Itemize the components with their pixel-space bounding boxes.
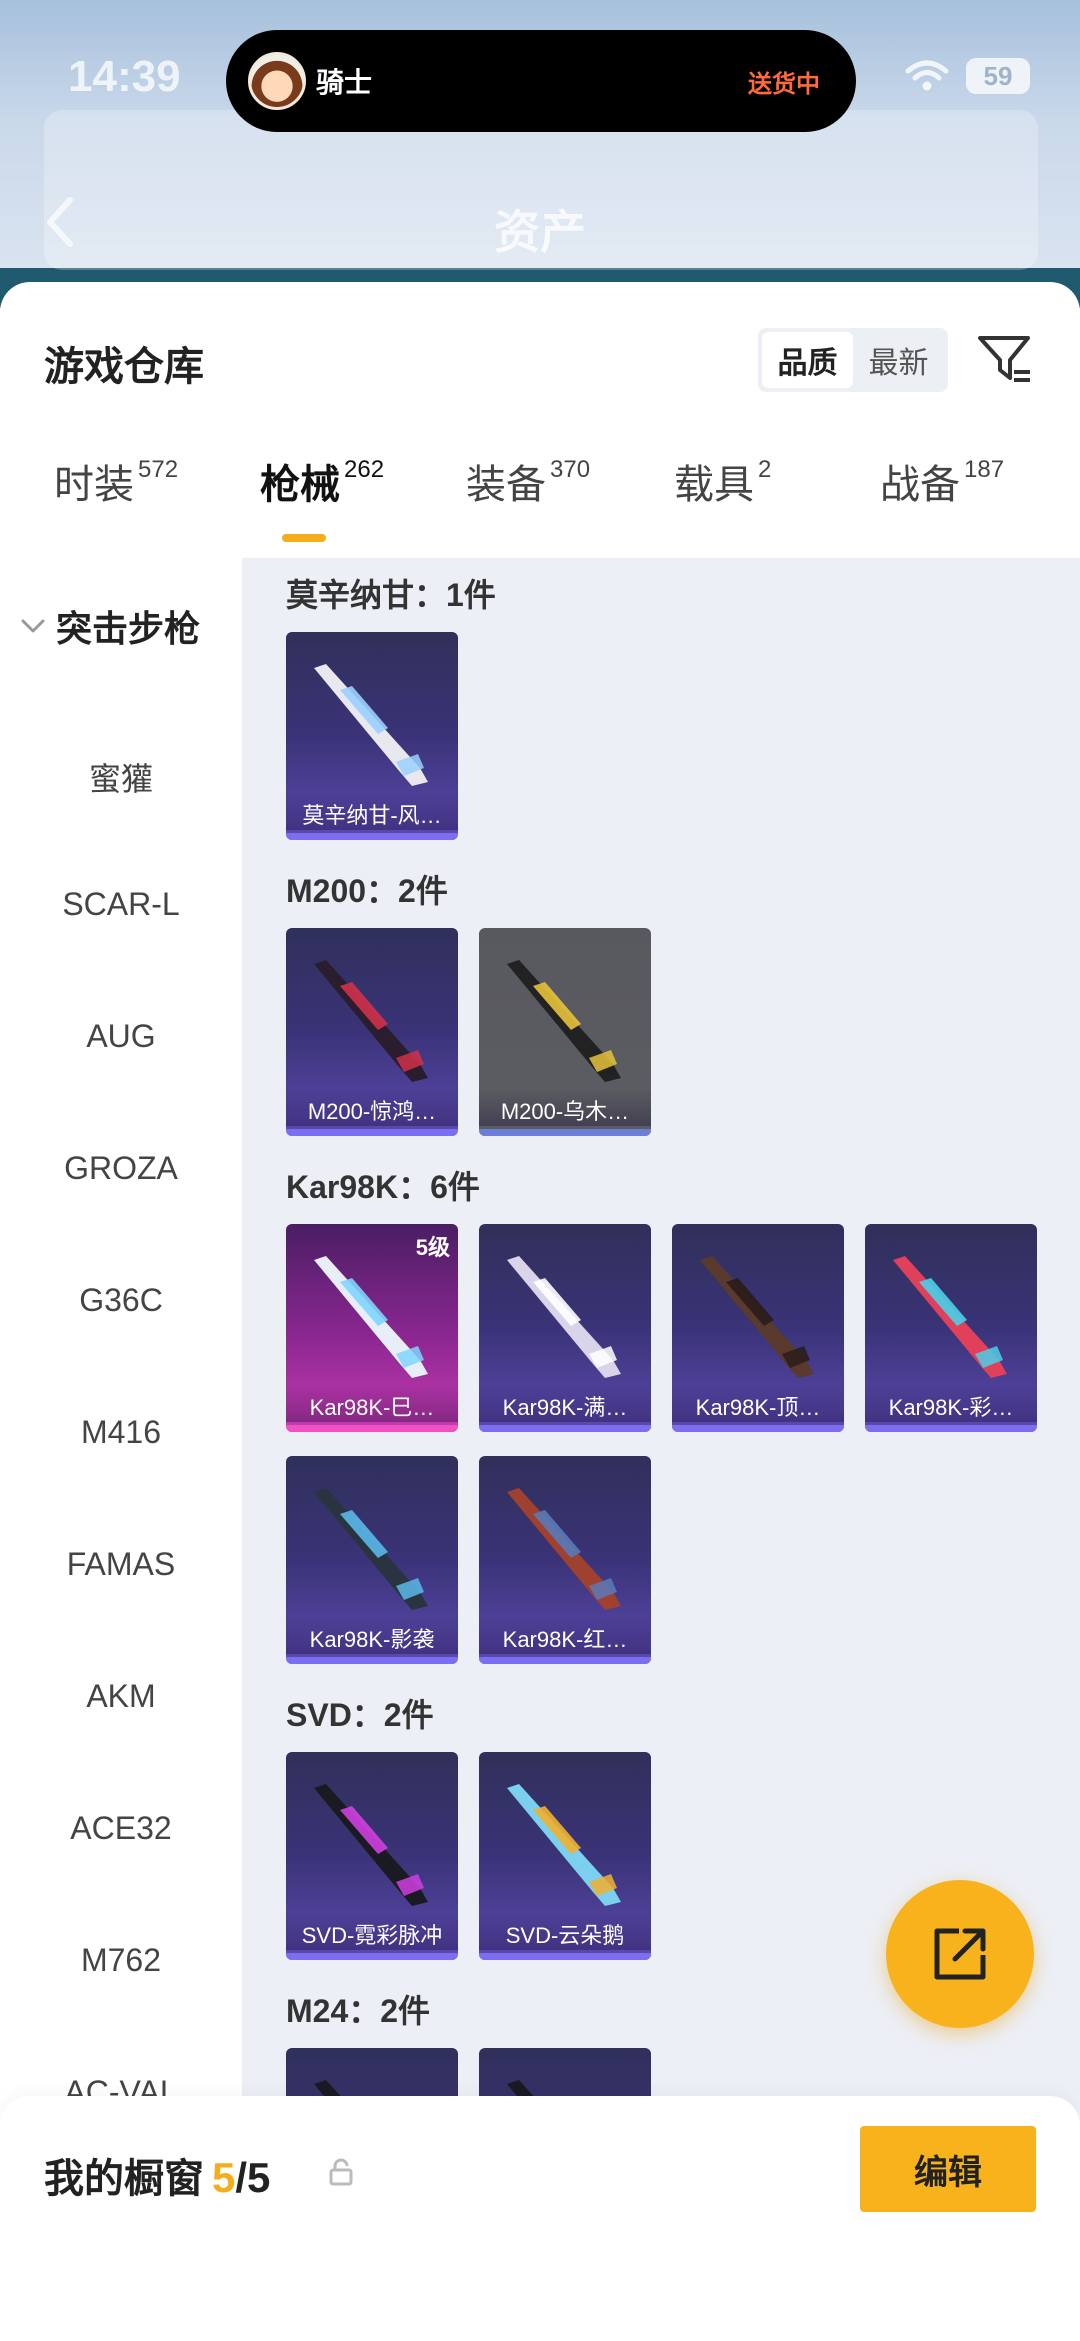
weapon-card[interactable]: M200-乌木…: [479, 928, 651, 1136]
rifle-icon: [314, 664, 428, 786]
rifle-icon: [507, 1488, 621, 1610]
sidebar-item[interactable]: G36C: [0, 1282, 242, 1319]
weapon-card[interactable]: Kar98K-彩…: [865, 1224, 1037, 1432]
group-title: M200：2件: [286, 873, 448, 909]
tab-label: 时装: [54, 463, 134, 507]
tab-fashion[interactable]: 时装 572: [54, 452, 178, 552]
rifle-icon: [700, 1256, 814, 1378]
share-icon: [934, 1928, 986, 1980]
active-tab-indicator: [282, 534, 326, 542]
island-status: 送货中: [748, 70, 820, 98]
showcase-count: 5/5: [212, 2154, 270, 2201]
weapon-name: M200-乌木…: [479, 1088, 651, 1126]
category-tabs: 时装 572 枪械 262 装备 370 载具 2 战备 187: [0, 452, 1080, 552]
sort-toggle: 品质 最新: [758, 328, 948, 392]
sidebar-item[interactable]: AUG: [0, 1018, 242, 1055]
sidebar-category-assault-rifle[interactable]: 突击步枪: [20, 600, 200, 652]
rifle-icon: [314, 960, 428, 1082]
weapon-card[interactable]: Kar98K-满…: [479, 1224, 651, 1432]
weapon-name: SVD-霓彩脉冲: [286, 1912, 458, 1950]
dynamic-island[interactable]: 骑士 送货中: [226, 30, 856, 132]
rifle-icon: [507, 1784, 621, 1906]
showcase-current: 5: [212, 2154, 236, 2201]
sidebar-category-label: 突击步枪: [56, 608, 201, 649]
edit-button[interactable]: 编辑: [860, 2126, 1036, 2212]
tab-count: 187: [964, 456, 1005, 483]
chevron-down-icon: [21, 619, 45, 633]
tab-equipment[interactable]: 装备 370: [466, 452, 590, 552]
tab-vehicles[interactable]: 载具 2: [674, 452, 771, 552]
weapon-card[interactable]: M200-惊鸿…: [286, 928, 458, 1136]
rifle-icon: [893, 1256, 1007, 1378]
weapon-card[interactable]: 5级 Kar98K-巳…: [286, 1224, 458, 1432]
weapon-card[interactable]: Kar98K-影袭: [286, 1456, 458, 1664]
share-button[interactable]: [886, 1880, 1034, 2028]
weapon-card[interactable]: 莫辛纳甘-风…: [286, 632, 458, 840]
sidebar-item[interactable]: 蜜獾: [0, 754, 242, 800]
filter-icon[interactable]: [974, 330, 1034, 390]
tab-count: 2: [758, 456, 772, 483]
status-time: 14:39: [68, 52, 181, 101]
sidebar-item[interactable]: FAMAS: [0, 1546, 242, 1583]
group-title: M24：2件: [286, 1993, 431, 2029]
showcase-title: 我的橱窗 5/5: [44, 2146, 270, 2204]
status-icons: 59: [904, 58, 1030, 94]
weapon-name: M200-惊鸿…: [286, 1088, 458, 1126]
header-title: 资产: [494, 206, 586, 258]
tab-label: 枪械: [260, 463, 340, 507]
weapon-card[interactable]: Kar98K-红…: [479, 1456, 651, 1664]
rifle-icon: [314, 1488, 428, 1610]
tab-label: 装备: [466, 463, 546, 507]
sort-quality-button[interactable]: 品质: [762, 332, 853, 388]
wifi-icon: [904, 59, 950, 93]
level-badge: 5级: [415, 1235, 450, 1260]
sidebar-item[interactable]: M416: [0, 1414, 242, 1451]
group-title: 莫辛纳甘：1件: [286, 577, 496, 613]
weapon-name: 莫辛纳甘-风…: [286, 792, 458, 830]
weapon-type-sidebar: 突击步枪 蜜獾 SCAR-L AUG GROZA G36C M416 FAMAS AKM ACE…: [0, 564, 242, 2341]
showcase-label: 我的橱窗: [44, 2157, 204, 2201]
showcase-total: /5: [235, 2154, 271, 2201]
tab-count: 370: [550, 456, 591, 483]
lock-icon: [329, 2158, 353, 2186]
rifle-icon: [314, 1784, 428, 1906]
rifle-icon: [507, 1256, 621, 1378]
battery-indicator: 59: [966, 58, 1030, 94]
island-name: 骑士: [316, 67, 373, 98]
sort-latest-button[interactable]: 最新: [853, 332, 944, 388]
group-title: SVD：2件: [286, 1697, 434, 1733]
sidebar-item[interactable]: GROZA: [0, 1150, 242, 1187]
rifle-icon: [314, 1256, 428, 1378]
weapon-card[interactable]: Kar98K-顶…: [672, 1224, 844, 1432]
weapon-name: Kar98K-满…: [479, 1384, 651, 1422]
weapon-card[interactable]: SVD-云朵鹅: [479, 1752, 651, 1960]
sidebar-item[interactable]: SCAR-L: [0, 886, 242, 923]
weapon-name: Kar98K-巳…: [286, 1384, 458, 1422]
page-title: 游戏仓库: [44, 345, 204, 389]
group-title: Kar98K：6件: [286, 1169, 480, 1205]
sidebar-item[interactable]: M762: [0, 1942, 242, 1979]
weapon-card[interactable]: SVD-霓彩脉冲: [286, 1752, 458, 1960]
tab-count: 262: [344, 456, 385, 483]
tab-label: 载具: [674, 463, 754, 507]
weapon-name: Kar98K-彩…: [865, 1384, 1037, 1422]
tab-label: 战备: [880, 463, 960, 507]
weapon-name: Kar98K-影袭: [286, 1616, 458, 1654]
weapon-grid: 莫辛纳甘：1件 莫辛纳甘-风… M200：2件 M200-惊鸿… M200-乌木… Kar…: [242, 558, 1080, 2112]
weapon-name: SVD-云朵鹅: [479, 1912, 651, 1950]
tab-count: 572: [138, 456, 179, 483]
weapon-name: Kar98K-顶…: [672, 1384, 844, 1422]
tab-combat-gear[interactable]: 战备 187: [880, 452, 1004, 552]
sidebar-item[interactable]: AKM: [0, 1678, 242, 1715]
rifle-icon: [507, 960, 621, 1082]
avatar: [248, 52, 306, 110]
weapon-name: Kar98K-红…: [479, 1616, 651, 1654]
sidebar-item[interactable]: ACE32: [0, 1810, 242, 1847]
showcase-bar: 我的橱窗 5/5 编辑: [0, 2096, 1080, 2341]
